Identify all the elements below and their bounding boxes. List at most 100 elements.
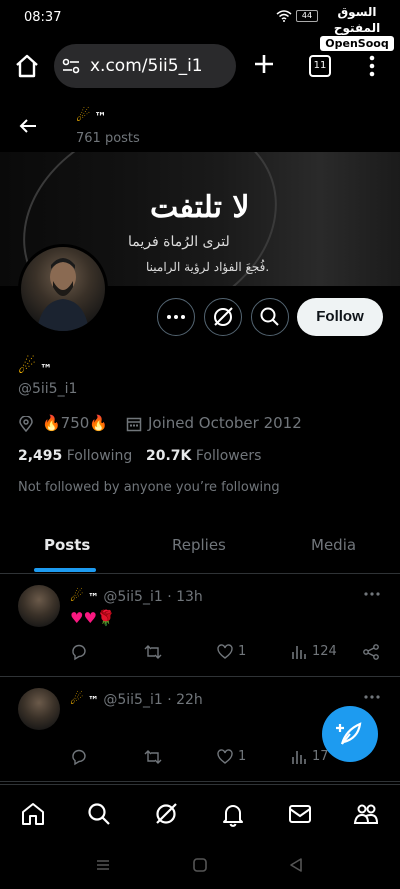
tab-media[interactable]: Media bbox=[311, 536, 356, 554]
address-bar[interactable]: x.com/5ii5_i1 bbox=[54, 44, 236, 88]
views-button[interactable]: 124 bbox=[290, 643, 337, 663]
followers-stat[interactable]: 20.7K Followers bbox=[146, 448, 261, 464]
header-name: ☄ ™ bbox=[76, 106, 107, 125]
repost-button[interactable] bbox=[144, 643, 162, 663]
status-time: 08:37 bbox=[24, 10, 62, 25]
banner-title: لا تلتفت bbox=[150, 190, 250, 225]
post-avatar[interactable] bbox=[18, 688, 60, 730]
post-time[interactable]: 13h bbox=[176, 589, 203, 605]
reply-icon bbox=[72, 644, 86, 661]
more-options-button[interactable] bbox=[157, 298, 195, 336]
post-author-name: ™ bbox=[87, 591, 99, 604]
following-stat[interactable]: 2,495 Following bbox=[18, 448, 132, 464]
home-nav-icon[interactable] bbox=[20, 801, 46, 827]
heart-icon bbox=[217, 644, 233, 659]
post-header: ☄ ™ @5ii5_i1 · 13h bbox=[70, 587, 203, 605]
like-count: 1 bbox=[238, 644, 247, 659]
status-icons: 44 bbox=[276, 10, 318, 22]
notifications-bell-icon[interactable] bbox=[220, 801, 246, 827]
search-nav-icon[interactable] bbox=[86, 801, 112, 827]
site-settings-icon[interactable] bbox=[62, 58, 80, 74]
banner-line-2: لترى الرُماة فريما bbox=[128, 234, 230, 250]
profile-avatar[interactable] bbox=[18, 244, 108, 334]
browser-toolbar: x.com/5ii5_i1 11 bbox=[0, 40, 400, 94]
profile-name: ☄ ™ bbox=[18, 354, 53, 378]
wifi-icon bbox=[276, 10, 292, 22]
post-more-icon[interactable] bbox=[362, 587, 382, 601]
post-item[interactable]: ☄ ™ @5ii5_i1 · 13h ♥♥🌹 1 124 bbox=[0, 575, 400, 677]
following-label: Following bbox=[66, 448, 133, 464]
header-posts-count: 761 posts bbox=[76, 131, 140, 146]
tab-replies[interactable]: Replies bbox=[172, 536, 226, 554]
repost-button[interactable] bbox=[144, 748, 162, 768]
home-icon[interactable] bbox=[14, 53, 40, 79]
system-back-icon[interactable] bbox=[287, 856, 305, 874]
bottom-navigation bbox=[0, 784, 400, 842]
active-tab-indicator bbox=[34, 568, 96, 572]
post-author-name: ™ bbox=[87, 694, 99, 707]
profile-meta-row: 🔥750🔥 Joined October 2012 bbox=[18, 414, 388, 434]
battery-icon: 44 bbox=[296, 10, 318, 22]
recent-apps-icon[interactable] bbox=[94, 856, 112, 874]
follow-button[interactable]: Follow bbox=[297, 298, 383, 336]
search-profile-button[interactable] bbox=[251, 298, 289, 336]
heart-icon bbox=[217, 749, 233, 764]
repost-icon bbox=[144, 645, 162, 659]
followers-label: Followers bbox=[195, 448, 262, 464]
banner-line-3: فُجعَ الفؤاد لرؤية الرامينا. bbox=[146, 260, 270, 274]
post-time[interactable]: 22h bbox=[176, 692, 203, 708]
like-button[interactable]: 1 bbox=[216, 748, 246, 768]
avatar-figure bbox=[37, 258, 89, 331]
followers-count: 20.7K bbox=[146, 448, 192, 464]
following-count: 2,495 bbox=[18, 448, 63, 464]
views-icon bbox=[292, 751, 306, 764]
system-navigation-bar bbox=[0, 842, 400, 889]
like-button[interactable]: 1 bbox=[216, 643, 246, 663]
post-author-handle[interactable]: @5ii5_i1 bbox=[103, 692, 162, 708]
status-bar: 08:37 44 السوق المفتوح OpenSooq bbox=[0, 0, 400, 51]
profile-joined-date: Joined October 2012 bbox=[148, 414, 302, 432]
repost-icon bbox=[144, 750, 162, 764]
location-icon bbox=[19, 416, 33, 432]
views-button[interactable]: 17 bbox=[290, 748, 329, 768]
more-horiz-icon bbox=[167, 315, 185, 319]
system-home-icon[interactable] bbox=[191, 856, 209, 874]
tab-posts[interactable]: Posts bbox=[44, 536, 90, 554]
post-actions: 1 124 bbox=[70, 643, 390, 663]
feather-plus-icon bbox=[336, 722, 362, 745]
profile-name-text: ™ bbox=[40, 362, 53, 376]
post-author-handle[interactable]: @5ii5_i1 bbox=[103, 589, 162, 605]
not-followed-notice: Not followed by anyone you’re following bbox=[18, 480, 280, 495]
search-icon bbox=[260, 307, 279, 326]
header-name-text: ™ bbox=[94, 110, 107, 124]
share-button[interactable] bbox=[362, 643, 380, 663]
reply-button[interactable] bbox=[70, 748, 88, 768]
calendar-icon bbox=[126, 417, 142, 432]
grok-button[interactable] bbox=[204, 298, 242, 336]
views-icon bbox=[292, 646, 306, 659]
post-text: ♥♥🌹 bbox=[70, 609, 116, 627]
reply-icon bbox=[72, 749, 86, 766]
post-header: ☄ ™ @5ii5_i1 · 22h bbox=[70, 690, 203, 708]
profile-tabs: Posts Replies Media bbox=[0, 516, 400, 574]
profile-handle: @5ii5_i1 bbox=[18, 381, 78, 397]
reply-button[interactable] bbox=[70, 643, 88, 663]
compose-post-button[interactable] bbox=[322, 706, 378, 762]
post-avatar[interactable] bbox=[18, 585, 60, 627]
more-vert-icon[interactable] bbox=[362, 54, 382, 78]
profile-location: 🔥750🔥 bbox=[42, 414, 108, 432]
tab-switcher-button[interactable]: 11 bbox=[309, 55, 331, 77]
grok-nav-icon[interactable] bbox=[153, 801, 179, 827]
new-tab-icon[interactable] bbox=[252, 52, 276, 76]
post-more-icon[interactable] bbox=[362, 690, 382, 704]
share-icon bbox=[363, 644, 379, 660]
opensooq-watermark: السوق المفتوح OpenSooq bbox=[320, 4, 394, 51]
views-count: 124 bbox=[312, 644, 337, 659]
like-count: 1 bbox=[238, 749, 247, 764]
communities-icon[interactable] bbox=[353, 801, 379, 827]
messages-envelope-icon[interactable] bbox=[287, 801, 313, 827]
back-arrow-icon[interactable] bbox=[16, 114, 40, 138]
grok-icon bbox=[214, 307, 233, 326]
watermark-arabic: السوق المفتوح bbox=[333, 5, 381, 35]
url-text[interactable]: x.com/5ii5_i1 bbox=[90, 56, 203, 76]
